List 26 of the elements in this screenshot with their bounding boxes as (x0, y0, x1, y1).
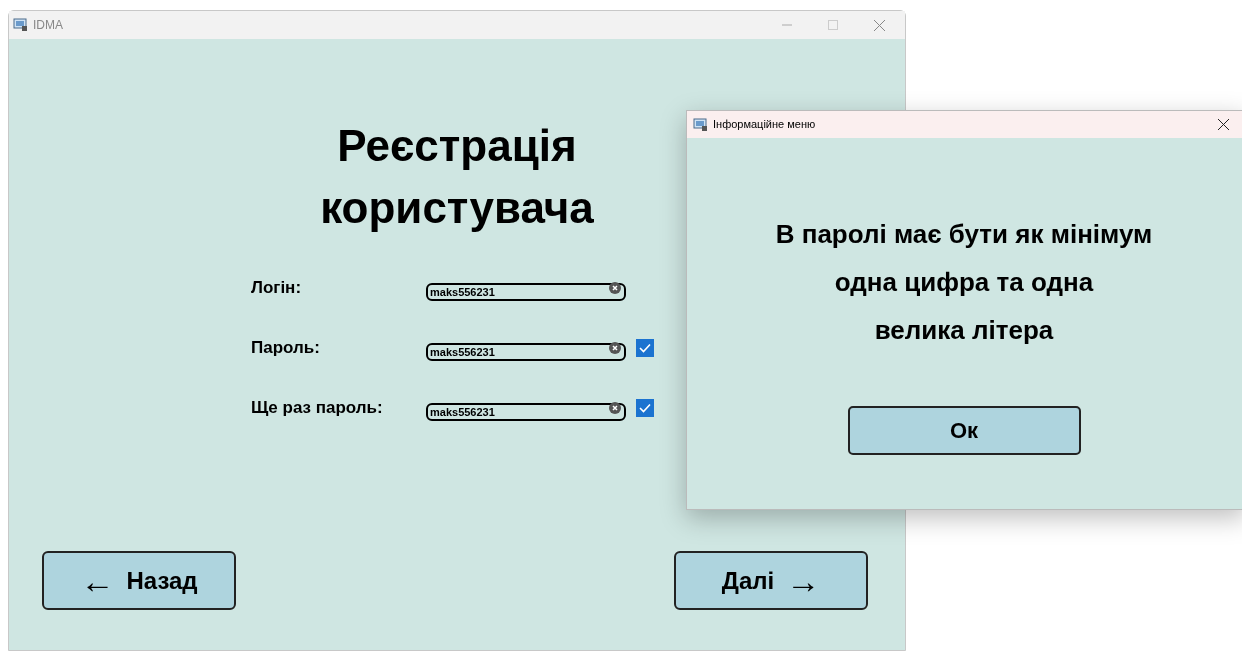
input-field[interactable]: maks556231 (426, 343, 626, 361)
dialog-message: В паролі має бути як мінімум (775, 218, 1153, 251)
dialog-message: велика літера (874, 314, 1054, 347)
clear-icon[interactable] (609, 282, 621, 294)
field-label: Пароль: (251, 337, 321, 360)
checkmark-icon (639, 403, 651, 413)
page-heading: користувача (320, 182, 594, 234)
dialog-title: Інформаційне меню (713, 117, 816, 133)
back-button[interactable]: ← Назад (42, 551, 236, 610)
app-icon (693, 117, 709, 132)
checkbox[interactable] (636, 339, 654, 357)
page-heading: Реєстрація (337, 120, 577, 172)
input-field[interactable]: maks556231 (426, 283, 626, 301)
field-label: Ще раз пароль: (251, 397, 384, 420)
checkmark-icon (639, 343, 651, 353)
dialog-message: одна цифра та одна (834, 266, 1094, 299)
checkbox[interactable] (636, 399, 654, 417)
close-icon[interactable] (1218, 119, 1229, 130)
next-button[interactable]: Далі → (674, 551, 868, 610)
ok-button[interactable]: Ок (847, 406, 1081, 455)
clear-icon[interactable] (609, 342, 621, 354)
clear-icon[interactable] (609, 402, 621, 414)
field-label: Логін: (251, 277, 303, 300)
input-field[interactable]: maks556231 (426, 403, 626, 421)
window-title: IDMA (33, 17, 63, 34)
app-icon (13, 18, 29, 32)
